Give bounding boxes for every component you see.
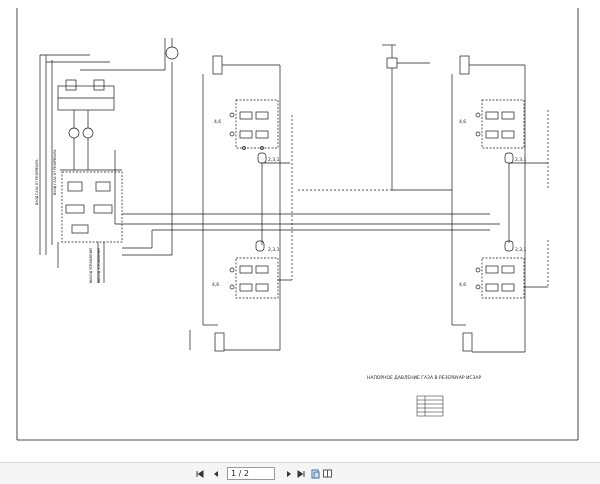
single-page-view-button[interactable]	[310, 467, 320, 480]
next-page-button[interactable]	[284, 467, 294, 480]
next-page-icon	[287, 470, 291, 477]
pressure-regulator	[298, 44, 452, 191]
page-number-field[interactable]: 1 / 2	[227, 467, 275, 480]
last-page-icon	[297, 469, 305, 478]
svg-text:4,6: 4,6	[212, 282, 219, 288]
title-area: НАПОРНОЕ ДАВЛЕНИЕ ГАЗА В РЕЗЕРВУАР ИСЗАР	[367, 375, 481, 417]
prev-page-button[interactable]	[211, 467, 221, 480]
title-block-table	[416, 395, 444, 417]
svg-text:4,6: 4,6	[214, 119, 221, 125]
viewer-toolbar: 1 / 2	[0, 462, 600, 484]
first-page-icon	[196, 469, 204, 478]
page-view-icon	[311, 469, 319, 478]
svg-text:ВХОД ГАЗА ОТ РЕЗЕРВУАРА: ВХОД ГАЗА ОТ РЕЗЕРВУАРА	[35, 159, 39, 205]
svg-text:2,3,1: 2,3,1	[268, 247, 280, 253]
svg-text:2,3,1: 2,3,1	[268, 157, 280, 163]
svg-text:ВХОД ГАЗА ОТ РЕЗЕРВУАРА: ВХОД ГАЗА ОТ РЕЗЕРВУАРА	[53, 149, 57, 195]
svg-text:4,6: 4,6	[459, 119, 466, 125]
svg-text:4,6: 4,6	[459, 282, 466, 288]
schematic-sheet: ВХОД ГАЗА ОТ РЕЗЕРВУАРА ВХОД ГАЗА ОТ РЕЗ…	[16, 8, 579, 441]
two-page-icon	[322, 469, 332, 477]
tower-a	[189, 55, 293, 352]
svg-text:ВЫХОД УПРАВЛЕНИЯ: ВЫХОД УПРАВЛЕНИЯ	[89, 248, 93, 283]
two-page-view-button[interactable]	[322, 467, 332, 480]
svg-text:ВЫХОД УПРАВЛЕНИЯ: ВЫХОД УПРАВЛЕНИЯ	[97, 248, 101, 283]
drawing-title: НАПОРНОЕ ДАВЛЕНИЕ ГАЗА В РЕЗЕРВУАР ИСЗАР	[367, 375, 481, 381]
pdf-viewer: ВХОД ГАЗА ОТ РЕЗЕРВУАРА ВХОД ГАЗА ОТ РЕЗ…	[0, 0, 600, 484]
svg-text:2,3,1: 2,3,1	[515, 157, 527, 163]
vertical-labels: ВХОД ГАЗА ОТ РЕЗЕРВУАРА ВХОД ГАЗА ОТ РЕЗ…	[35, 149, 101, 283]
last-page-button[interactable]	[296, 467, 306, 480]
svg-text:2,3,1: 2,3,1	[515, 247, 527, 253]
tower-b	[451, 55, 549, 353]
valve-labels: 4,6 4,6 4,6 4,6 2,3,1 2,3,1 2,3,1 2,3,1	[212, 119, 527, 288]
prev-page-icon	[214, 470, 218, 477]
first-page-button[interactable]	[195, 467, 205, 480]
